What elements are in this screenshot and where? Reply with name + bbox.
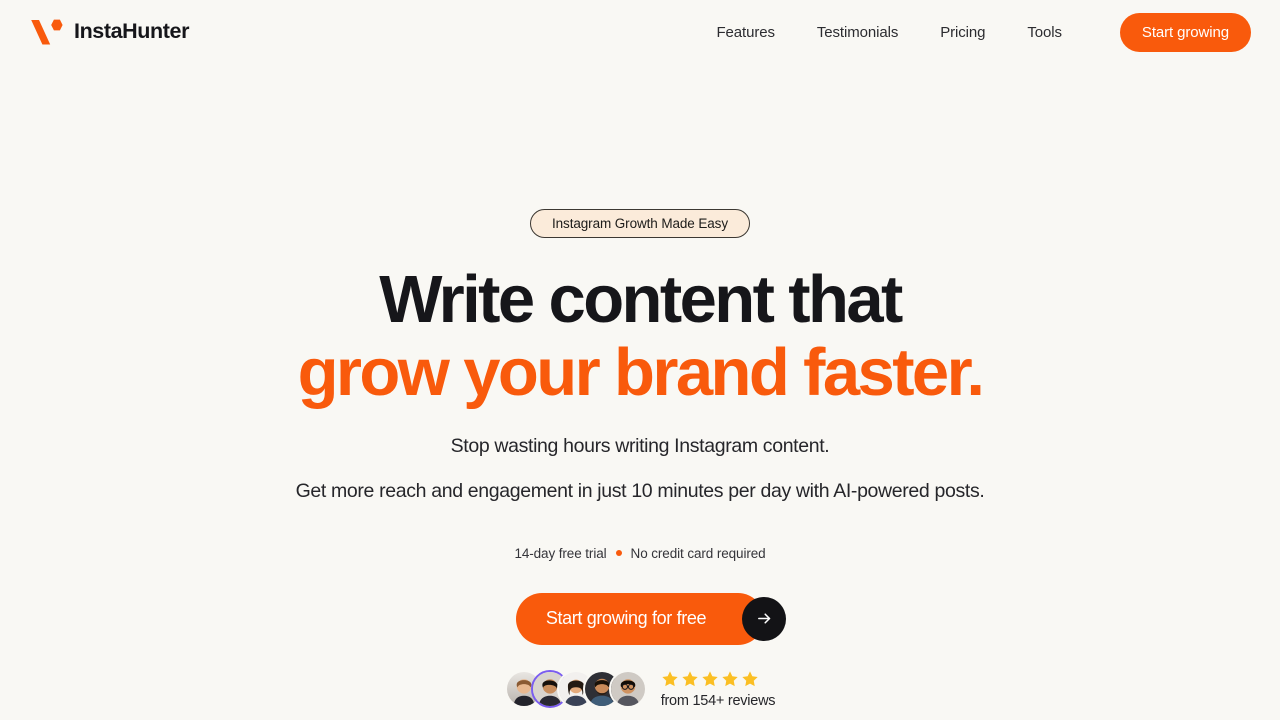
hero-badge[interactable]: Instagram Growth Made Easy — [530, 209, 750, 238]
avatar-group — [504, 670, 647, 709]
nav-item-tools[interactable]: Tools — [1006, 25, 1083, 40]
star-filled-icon — [741, 670, 759, 688]
headline-line-1: Write content that — [379, 262, 903, 337]
page-title: Write content that grow your brand faste… — [297, 262, 985, 410]
rating-block: from 154+ reviews — [661, 670, 776, 709]
site-header: InstaHunter Features Testimonials Pricin… — [0, 0, 1280, 64]
star-filled-icon — [661, 670, 679, 688]
headline-line-2: grow your brand faster. — [297, 335, 985, 410]
social-proof: from 154+ reviews — [504, 670, 776, 709]
nav-item-pricing[interactable]: Pricing — [919, 25, 1006, 40]
avatar-5 — [608, 670, 647, 709]
nav-item-testimonials[interactable]: Testimonials — [796, 25, 919, 40]
star-filled-icon — [701, 670, 719, 688]
orange-dot-icon — [615, 550, 622, 557]
hero-section: Instagram Growth Made Easy Write content… — [0, 64, 1280, 720]
brand-name: InstaHunter — [74, 19, 190, 44]
main-navigation: Features Testimonials Pricing Tools Star… — [695, 12, 1251, 52]
start-growing-for-free-button[interactable]: Start growing for free — [515, 592, 765, 645]
star-filled-icon — [681, 670, 699, 688]
star-filled-icon — [721, 670, 739, 688]
arrow-right-icon[interactable] — [742, 596, 787, 641]
header-start-growing-button[interactable]: Start growing — [1119, 12, 1251, 52]
star-rating — [661, 670, 776, 688]
subheadline-line-2: Get more reach and engagement in just 10… — [295, 480, 985, 503]
v-mark-logo-icon — [29, 17, 63, 47]
reviews-count-text: from 154+ reviews — [660, 692, 776, 709]
trial-info: 14-day free trial No credit card require… — [514, 546, 765, 561]
no-credit-card-text: No credit card required — [630, 545, 766, 561]
nav-item-features[interactable]: Features — [695, 25, 795, 40]
trial-text: 14-day free trial — [514, 545, 607, 561]
subheadline-line-1: Stop wasting hours writing Instagram con… — [450, 435, 830, 457]
brand-logo[interactable]: InstaHunter — [29, 17, 189, 47]
hero-cta-group: Start growing for free — [515, 592, 787, 645]
